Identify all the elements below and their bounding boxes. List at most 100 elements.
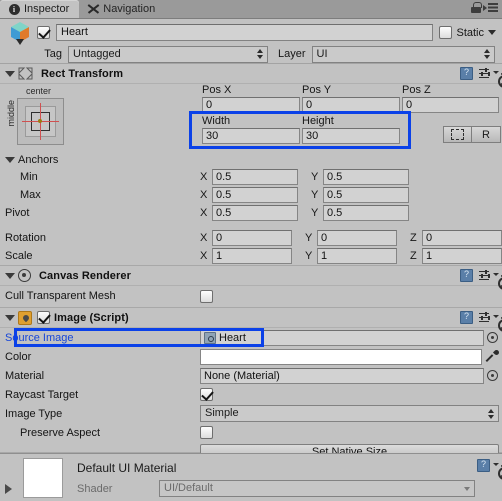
- material-preview-footer: Default UI Material Shader UI/Default: [0, 453, 502, 501]
- min-y-axis-label: Y: [311, 171, 319, 183]
- scale-label: Scale: [5, 250, 33, 262]
- foldout-arrow-icon[interactable]: [5, 272, 15, 279]
- color-swatch-field[interactable]: [200, 348, 482, 365]
- anchor-min-x-input[interactable]: 0.5: [212, 169, 298, 185]
- help-icon[interactable]: [460, 311, 473, 324]
- layer-label: Layer: [278, 48, 306, 60]
- rotation-y-input[interactable]: 0: [317, 230, 397, 246]
- pos-z-input[interactable]: 0: [402, 97, 499, 113]
- rect-transform-icon: [18, 67, 33, 80]
- max-x-axis-label: X: [200, 189, 208, 201]
- height-input[interactable]: 30: [302, 128, 400, 144]
- image-script-header[interactable]: Image (Script): [0, 308, 502, 328]
- static-label: Static: [456, 26, 484, 39]
- anchors-foldout-row[interactable]: Anchors: [0, 152, 502, 168]
- width-input[interactable]: 30: [202, 128, 300, 144]
- material-picker-icon[interactable]: [487, 370, 498, 381]
- pivot-label: Pivot: [5, 207, 30, 219]
- width-label: Width: [202, 115, 231, 127]
- help-icon[interactable]: [460, 67, 473, 80]
- pivot-row: Pivot X 0.5 Y 0.5: [0, 204, 502, 222]
- anchor-preset-vertical-label: middle: [6, 100, 16, 127]
- rotation-x-input[interactable]: 0: [212, 230, 292, 246]
- source-image-row: Source Image Heart: [0, 328, 502, 347]
- rect-transform-header[interactable]: Rect Transform: [0, 64, 502, 84]
- anchor-max-y-input[interactable]: 0.5: [323, 187, 409, 203]
- rot-z-axis-label: Z: [410, 232, 417, 244]
- layer-dropdown[interactable]: UI: [311, 45, 495, 63]
- expand-arrow-icon[interactable]: [5, 484, 12, 494]
- pos-x-input[interactable]: 0: [202, 97, 300, 113]
- image-type-dropdown[interactable]: Simple: [200, 405, 499, 422]
- pos-z-label: Pos Z: [402, 84, 431, 96]
- cull-transparent-mesh-row: Cull Transparent Mesh: [0, 286, 502, 306]
- image-type-label: Image Type: [5, 407, 63, 420]
- static-dropdown-caret-icon[interactable]: [488, 30, 496, 35]
- static-checkbox[interactable]: [439, 26, 453, 39]
- tag-dropdown[interactable]: Untagged: [68, 45, 268, 63]
- material-label: Material: [5, 369, 45, 382]
- blueprint-mode-button[interactable]: [443, 126, 472, 143]
- height-label: Height: [302, 115, 334, 127]
- shader-dropdown[interactable]: UI/Default: [159, 480, 475, 497]
- material-object-field[interactable]: None (Material): [200, 367, 484, 384]
- image-enabled-checkbox[interactable]: [37, 311, 50, 324]
- pivot-x-input[interactable]: 0.5: [212, 205, 298, 221]
- scale-row: Scale X 1 Y 1 Z 1: [0, 247, 502, 265]
- info-icon: i: [8, 3, 20, 15]
- image-type-value: Simple: [205, 407, 239, 419]
- raycast-target-row: Raycast Target: [0, 385, 502, 404]
- preset-icon[interactable]: [479, 269, 491, 282]
- rect-mode-buttons: R: [443, 126, 501, 143]
- help-icon[interactable]: [477, 459, 490, 472]
- pivot-y-input[interactable]: 0.5: [323, 205, 409, 221]
- min-x-axis-label: X: [200, 171, 208, 183]
- gameobject-enabled-checkbox[interactable]: [37, 26, 50, 39]
- anchors-max-row: Max X 0.5 Y 0.5: [0, 186, 502, 204]
- max-label: Max: [20, 189, 41, 201]
- tab-navigation[interactable]: Navigation: [79, 0, 165, 18]
- preserve-aspect-label: Preserve Aspect: [20, 426, 101, 439]
- rot-x-axis-label: X: [200, 232, 208, 244]
- canvas-renderer-title: Canvas Renderer: [39, 269, 131, 282]
- preset-icon[interactable]: [479, 311, 491, 324]
- help-icon[interactable]: [460, 269, 473, 282]
- gameobject-header: Heart Static Tag Untagged Layer UI: [0, 19, 502, 64]
- tag-value: Untagged: [73, 47, 121, 60]
- source-image-object-field[interactable]: Heart: [200, 329, 484, 346]
- anchor-preset-horizontal-label: center: [26, 86, 52, 96]
- tab-inspector[interactable]: i Inspector: [0, 0, 80, 18]
- hamburger-menu-icon[interactable]: [483, 3, 498, 12]
- material-preview-swatch: [23, 458, 63, 498]
- image-script-title: Image (Script): [54, 311, 129, 324]
- cull-transparent-mesh-checkbox[interactable]: [200, 289, 213, 303]
- source-image-picker-icon[interactable]: [487, 332, 498, 343]
- sprite-icon: [204, 331, 216, 344]
- scale-z-axis-label: Z: [410, 250, 417, 262]
- scale-z-input[interactable]: 1: [422, 248, 502, 264]
- eyedropper-icon[interactable]: [486, 350, 499, 363]
- preserve-aspect-checkbox[interactable]: [200, 426, 213, 439]
- scale-y-input[interactable]: 1: [317, 248, 397, 264]
- pos-y-input[interactable]: 0: [302, 97, 400, 113]
- source-image-value: Heart: [219, 331, 246, 344]
- anchor-min-y-input[interactable]: 0.5: [323, 169, 409, 185]
- foldout-arrow-icon[interactable]: [5, 314, 15, 321]
- lock-icon[interactable]: [471, 2, 482, 13]
- pos-x-label: Pos X: [202, 84, 232, 96]
- scale-x-input[interactable]: 1: [212, 248, 292, 264]
- anchor-max-x-input[interactable]: 0.5: [212, 187, 298, 203]
- cull-transparent-mesh-label: Cull Transparent Mesh: [5, 290, 116, 302]
- raycast-target-checkbox[interactable]: [200, 388, 213, 401]
- preset-icon[interactable]: [479, 67, 491, 80]
- anchor-preset-widget[interactable]: [17, 98, 64, 145]
- raw-edit-mode-button[interactable]: R: [472, 126, 501, 143]
- inspector-tabbar: i Inspector Navigation: [0, 0, 502, 19]
- preserve-aspect-row: Preserve Aspect: [0, 423, 502, 442]
- rotation-z-input[interactable]: 0: [422, 230, 502, 246]
- min-label: Min: [20, 171, 38, 183]
- pos-y-label: Pos Y: [302, 84, 332, 96]
- foldout-arrow-icon[interactable]: [5, 70, 15, 77]
- canvas-renderer-header[interactable]: Canvas Renderer: [0, 266, 502, 286]
- gameobject-name-input[interactable]: Heart: [56, 24, 434, 41]
